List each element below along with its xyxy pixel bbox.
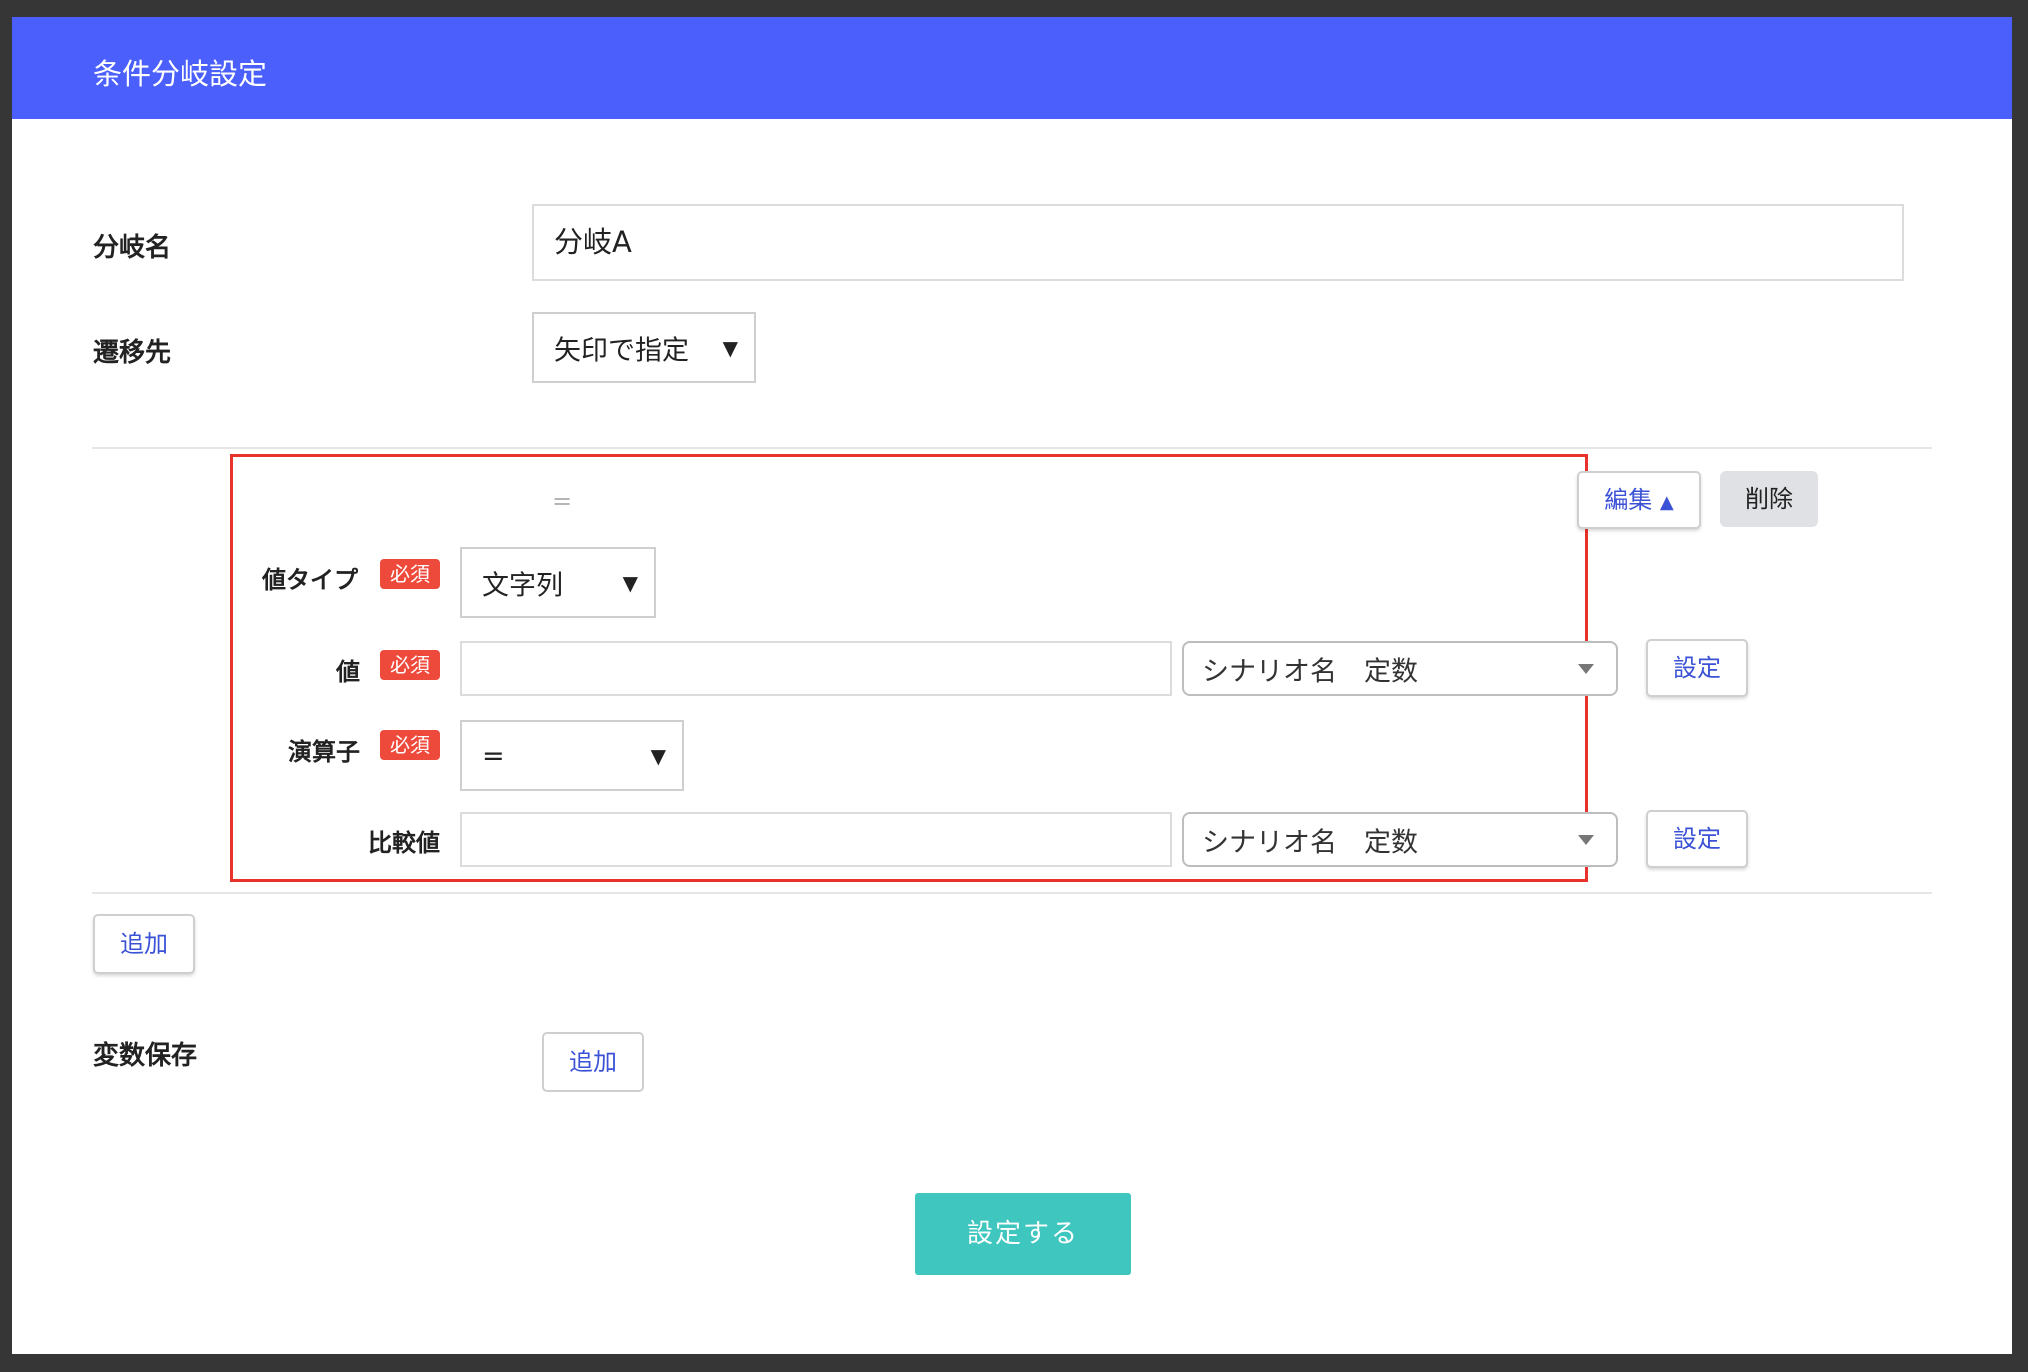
compare-set-button[interactable]: 設定 [1646, 810, 1748, 868]
divider-bottom [92, 892, 1932, 894]
compare-value-label: 比較値 [368, 829, 440, 857]
value-type-label: 値タイプ [262, 566, 358, 594]
chevron-down-icon: ▼ [622, 570, 638, 595]
value-source-select-value: シナリオ名 定数 [1202, 656, 1418, 687]
operator-select[interactable]: = ▼ [460, 720, 684, 791]
operator-label: 演算子 [288, 738, 360, 766]
value-input[interactable] [460, 641, 1172, 696]
value-source-select[interactable]: シナリオ名 定数 [1182, 641, 1618, 696]
required-badge: 必須 [380, 650, 440, 680]
value-label: 値 [336, 658, 360, 686]
chevron-down-icon [1578, 663, 1594, 674]
compare-source-select[interactable]: シナリオ名 定数 [1182, 812, 1618, 867]
drag-handle-icon[interactable]: = [552, 487, 572, 515]
branch-name-label: 分岐名 [93, 233, 172, 263]
value-type-select-value: 文字列 [482, 570, 563, 601]
modal-title: 条件分岐設定 [93, 57, 268, 91]
delete-button[interactable]: 削除 [1720, 471, 1818, 527]
chevron-down-icon: ▼ [650, 743, 666, 768]
destination-select[interactable]: 矢印で指定 ▼ [532, 312, 756, 383]
compare-source-select-value: シナリオ名 定数 [1202, 827, 1418, 858]
compare-value-input[interactable] [460, 812, 1172, 867]
chevron-down-icon [1578, 834, 1594, 845]
branch-name-input[interactable]: 分岐A [532, 204, 1904, 281]
value-type-select[interactable]: 文字列 ▼ [460, 547, 656, 618]
required-badge: 必須 [380, 730, 440, 760]
variable-save-add-button[interactable]: 追加 [542, 1032, 644, 1092]
chevron-down-icon: ▼ [722, 335, 738, 360]
divider-top [92, 447, 1932, 449]
add-condition-button[interactable]: 追加 [93, 914, 195, 974]
modal-header: 条件分岐設定 [12, 17, 2012, 119]
operator-select-value: = [482, 740, 505, 771]
variable-save-label: 変数保存 [93, 1041, 198, 1071]
value-set-button[interactable]: 設定 [1646, 639, 1748, 697]
edit-button[interactable]: 編集 ▲ [1577, 471, 1701, 529]
submit-button[interactable]: 設定する [915, 1193, 1131, 1275]
destination-label: 遷移先 [93, 338, 172, 368]
required-badge: 必須 [380, 559, 440, 589]
condition-branch-modal: 条件分岐設定 分岐名 分岐A 遷移先 矢印で指定 ▼ = 編集 ▲ 削除 値タイ… [12, 17, 2012, 1354]
destination-select-value: 矢印で指定 [554, 335, 689, 366]
caret-up-icon: ▲ [1659, 492, 1674, 513]
edit-button-label: 編集 [1604, 486, 1653, 514]
